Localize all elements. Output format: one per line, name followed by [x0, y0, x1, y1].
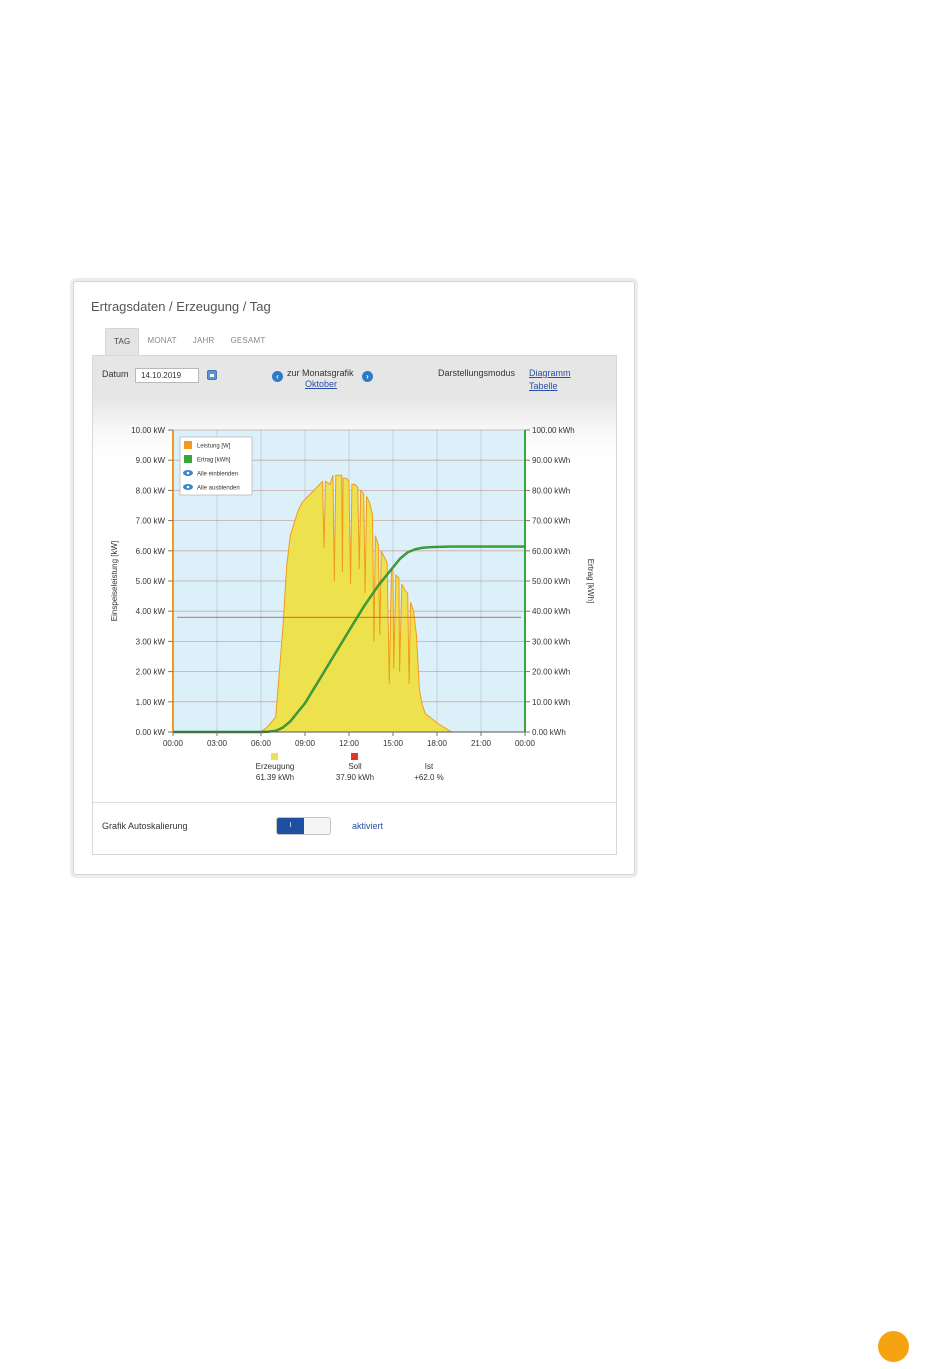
summary-swatch	[271, 753, 278, 760]
eye-slash-icon-pupil	[186, 485, 190, 489]
panel-title: Ertragsdaten / Erzeugung / Tag	[91, 299, 271, 314]
chart-legend: Leistung [W] Ertrag [kWh] Alle einblenden A…	[179, 436, 253, 496]
month-nav-label: zur Monatsgrafik	[287, 368, 354, 378]
x-tick-label: 06:00	[251, 739, 272, 748]
summary-value: 61.39 kWh	[256, 773, 294, 782]
y-left-axis-title: Einspeiseleistung [kW]	[110, 541, 119, 621]
mode-diagram-link[interactable]: Diagramm	[529, 368, 571, 378]
legend-swatch	[184, 455, 192, 463]
chart-container: 0.00 kW 1.00 kW 2.00 kW 3.00 kW 4.00 kW 5.00 …	[93, 398, 616, 802]
date-input[interactable]	[135, 368, 199, 383]
y-right-tick-label: 100.00 kWh	[532, 426, 575, 435]
summary-label: Ist	[425, 762, 434, 771]
tab-monat[interactable]: MONAT	[139, 328, 184, 356]
autoscale-label: Grafik Autoskalierung	[102, 821, 188, 831]
y-left-tick-label: 4.00 kW	[136, 607, 166, 616]
tab-jahr[interactable]: JAHR	[185, 328, 223, 356]
legend-label: Ertrag [kWh]	[197, 458, 231, 464]
summary-swatch	[351, 753, 358, 760]
y-right-axis-title: Ertrag [kWh]	[586, 559, 595, 603]
summary-label: Erzeugung	[256, 762, 295, 771]
x-tick-label: 03:00	[207, 739, 228, 748]
y-right-tick-label: 80.00 kWh	[532, 486, 570, 495]
y-right-tick-label: 30.00 kWh	[532, 637, 570, 646]
page-marker	[878, 1331, 909, 1362]
y-left-tick-label: 3.00 kW	[136, 637, 166, 646]
y-right-tick-label: 10.00 kWh	[532, 698, 570, 707]
x-tick-label: 12:00	[339, 739, 360, 748]
x-tick-label: 00:00	[515, 739, 536, 748]
chevron-right-icon[interactable]: ›	[362, 371, 373, 382]
eye-icon-pupil	[186, 471, 190, 475]
mode-table-link[interactable]: Tabelle	[529, 381, 558, 391]
y-right-tick-label: 70.00 kWh	[532, 517, 570, 526]
legend-label: Alle einblenden	[197, 472, 238, 478]
x-tick-label: 18:00	[427, 739, 448, 748]
yield-panel: Ertragsdaten / Erzeugung / Tag TAG MONAT…	[73, 281, 635, 875]
content-area: Datum ‹ zur Monatsgrafik Oktober › Darst…	[92, 355, 617, 855]
chevron-left-icon[interactable]: ‹	[272, 371, 283, 382]
month-link[interactable]: Oktober	[305, 379, 337, 389]
y-left-tick-label: 7.00 kW	[136, 517, 166, 526]
x-tick-label: 21:00	[471, 739, 492, 748]
y-left-tick-label: 5.00 kW	[136, 577, 166, 586]
y-left-tick-label: 10.00 kW	[131, 426, 165, 435]
divider	[93, 802, 616, 803]
calendar-icon[interactable]	[207, 370, 217, 380]
tab-tag[interactable]: TAG	[105, 328, 140, 356]
y-right-tick-label: 40.00 kWh	[532, 607, 570, 616]
chart-toolbar: Datum ‹ zur Monatsgrafik Oktober › Darst…	[93, 356, 616, 398]
yield-chart: 0.00 kW 1.00 kW 2.00 kW 3.00 kW 4.00 kW 5.00 …	[110, 426, 595, 782]
y-left-tick-label: 8.00 kW	[136, 486, 166, 495]
x-tick-label: 09:00	[295, 739, 316, 748]
legend-label: Leistung [W]	[197, 444, 231, 450]
y-left-tick-label: 9.00 kW	[136, 456, 166, 465]
tab-gesamt[interactable]: GESAMT	[222, 328, 273, 356]
y-left-tick-label: 2.00 kW	[136, 668, 166, 677]
y-left-tick-label: 1.00 kW	[136, 698, 166, 707]
x-tick-label: 00:00	[163, 739, 184, 748]
y-right-tick-label: 0.00 kWh	[532, 728, 566, 737]
summary-label: Soll	[348, 762, 362, 771]
legend-swatch	[184, 441, 192, 449]
y-left-tick-label: 6.00 kW	[136, 547, 166, 556]
x-tick-label: 15:00	[383, 739, 404, 748]
summary-value: +62.0 %	[414, 773, 444, 782]
date-label: Datum	[102, 369, 129, 379]
legend-label: Alle ausblenden	[197, 486, 240, 492]
autoscale-status: aktiviert	[352, 821, 384, 831]
y-right-tick-label: 90.00 kWh	[532, 456, 570, 465]
period-tabs: TAG MONAT JAHR GESAMT	[105, 328, 273, 356]
summary-value: 37.90 kWh	[336, 773, 374, 782]
y-left-tick-label: 0.00 kW	[136, 728, 166, 737]
display-mode-label: Darstellungsmodus	[438, 368, 516, 378]
y-right-tick-label: 20.00 kWh	[532, 668, 570, 677]
y-right-tick-label: 50.00 kWh	[532, 577, 570, 586]
y-right-tick-label: 60.00 kWh	[532, 547, 570, 556]
autoscale-toggle[interactable]: I	[276, 817, 331, 835]
toggle-on-knob: I	[277, 818, 304, 834]
